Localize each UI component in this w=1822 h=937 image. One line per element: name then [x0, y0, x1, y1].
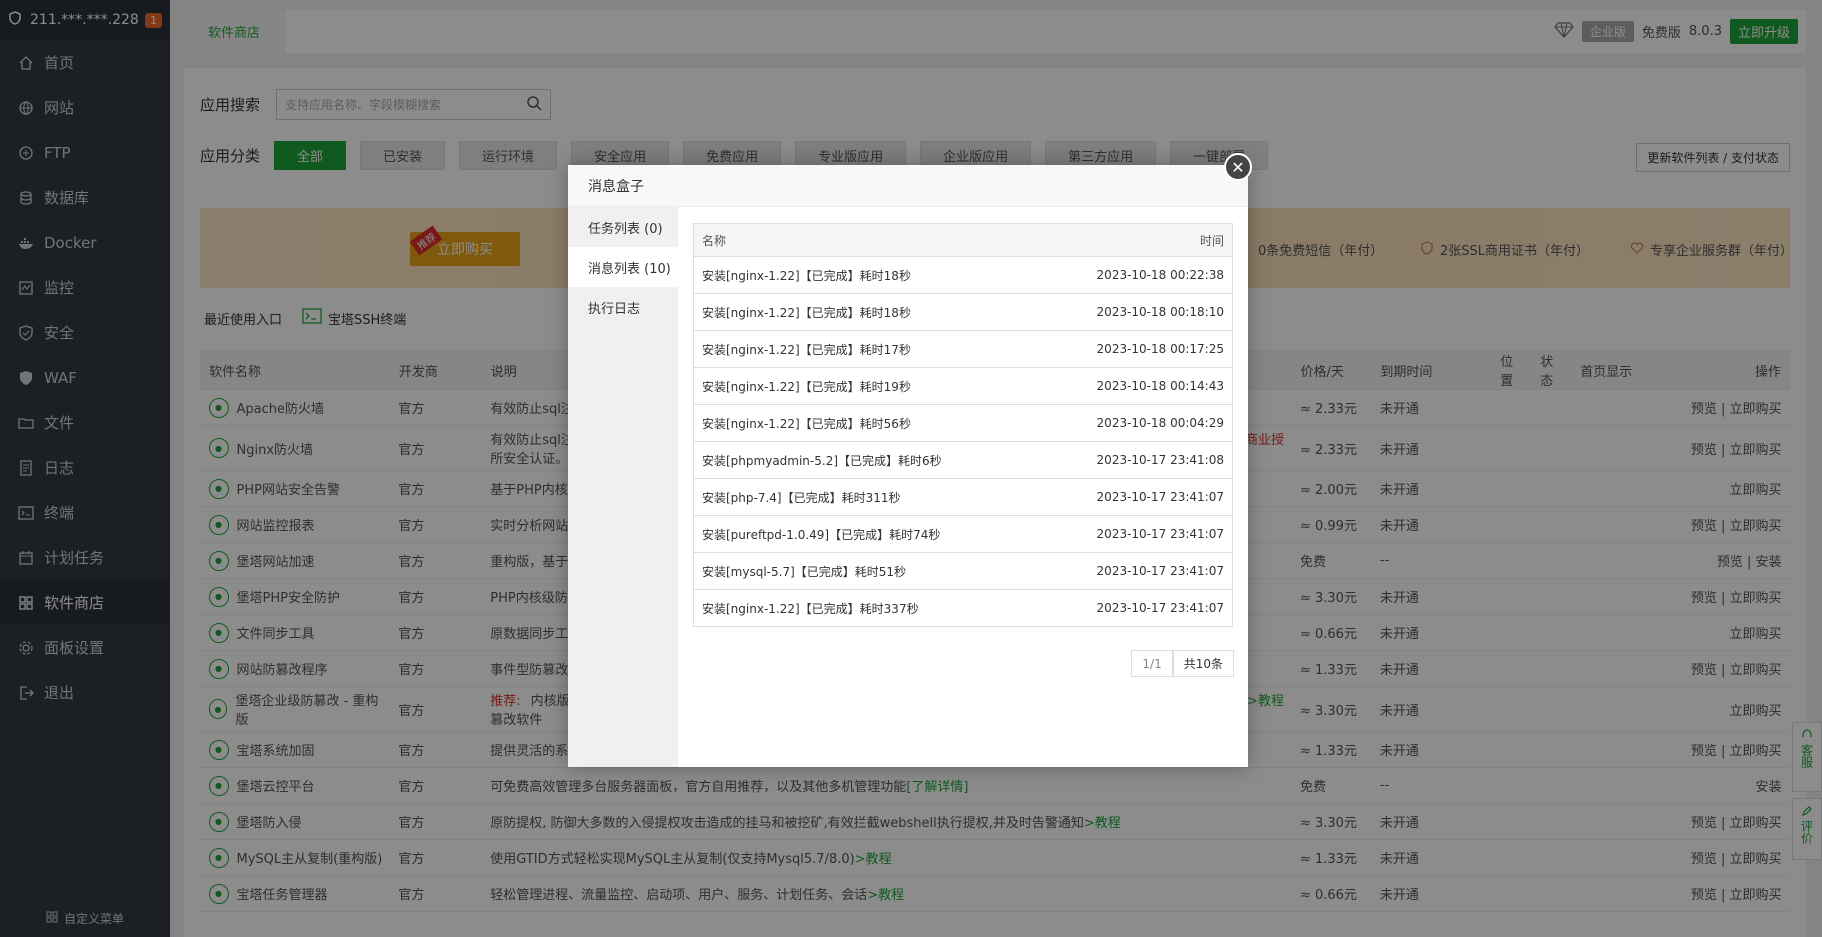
message-time: 2023-10-17 23:41:07	[1038, 589, 1233, 627]
message-time: 2023-10-18 00:18:10	[1038, 293, 1233, 331]
message-row: 安装[nginx-1.22]【已完成】耗时56秒 2023-10-18 00:04…	[693, 404, 1233, 442]
message-time: 2023-10-17 23:41:07	[1038, 552, 1233, 590]
close-icon[interactable]: ✕	[1224, 153, 1252, 181]
dialog-nav: 任务列表 (0) 消息列表 (10) 执行日志	[568, 207, 678, 767]
message-name: 安装[nginx-1.22]【已完成】耗时17秒	[693, 330, 1039, 368]
total-count: 共10条	[1172, 650, 1234, 677]
message-name: 安装[nginx-1.22]【已完成】耗时337秒	[693, 589, 1039, 627]
message-name: 安装[phpmyadmin-5.2]【已完成】耗时6秒	[693, 441, 1039, 479]
message-row: 安装[phpmyadmin-5.2]【已完成】耗时6秒 2023-10-17 23…	[693, 441, 1233, 479]
page-indicator[interactable]: 1/1	[1131, 650, 1173, 677]
message-row: 安装[php-7.4]【已完成】耗时311秒 2023-10-17 23:41:0…	[693, 478, 1233, 516]
message-table: 名称 时间 安装[nginx-1.22]【已完成】耗时18秒 2023-10-18…	[693, 223, 1233, 627]
message-row: 安装[nginx-1.22]【已完成】耗时19秒 2023-10-18 00:14…	[693, 367, 1233, 405]
message-time: 2023-10-17 23:41:08	[1038, 441, 1233, 479]
col-name: 名称	[693, 223, 1039, 257]
dialog-nav-item-1[interactable]: 消息列表 (10)	[568, 247, 678, 287]
dialog-nav-item-0[interactable]: 任务列表 (0)	[568, 207, 678, 247]
message-time: 2023-10-18 00:04:29	[1038, 404, 1233, 442]
message-row: 安装[nginx-1.22]【已完成】耗时18秒 2023-10-18 00:22…	[693, 256, 1233, 294]
message-name: 安装[nginx-1.22]【已完成】耗时18秒	[693, 256, 1039, 294]
message-time: 2023-10-17 23:41:07	[1038, 515, 1233, 553]
message-name: 安装[nginx-1.22]【已完成】耗时18秒	[693, 293, 1039, 331]
message-box-dialog: 消息盒子 ✕ 任务列表 (0) 消息列表 (10) 执行日志 名称 时间 安装[ng…	[568, 153, 1252, 767]
message-name: 安装[mysql-5.7]【已完成】耗时51秒	[693, 552, 1039, 590]
message-time: 2023-10-18 00:17:25	[1038, 330, 1233, 368]
dialog-title: 消息盒子	[568, 165, 1248, 207]
message-name: 安装[nginx-1.22]【已完成】耗时19秒	[693, 367, 1039, 405]
message-time: 2023-10-17 23:41:07	[1038, 478, 1233, 516]
message-row: 安装[nginx-1.22]【已完成】耗时18秒 2023-10-18 00:18…	[693, 293, 1233, 331]
message-name: 安装[nginx-1.22]【已完成】耗时56秒	[693, 404, 1039, 442]
message-time: 2023-10-18 00:22:38	[1038, 256, 1233, 294]
message-row: 安装[nginx-1.22]【已完成】耗时337秒 2023-10-17 23:4…	[693, 589, 1233, 627]
dialog-nav-item-2[interactable]: 执行日志	[568, 287, 678, 327]
message-row: 安装[mysql-5.7]【已完成】耗时51秒 2023-10-17 23:41:…	[693, 552, 1233, 590]
col-time: 时间	[1038, 223, 1233, 257]
message-time: 2023-10-18 00:14:43	[1038, 367, 1233, 405]
pagination: 1/1 共10条	[1131, 650, 1234, 677]
message-name: 安装[php-7.4]【已完成】耗时311秒	[693, 478, 1039, 516]
message-row: 安装[pureftpd-1.0.49]【已完成】耗时74秒 2023-10-17 …	[693, 515, 1233, 553]
message-row: 安装[nginx-1.22]【已完成】耗时17秒 2023-10-18 00:17…	[693, 330, 1233, 368]
message-name: 安装[pureftpd-1.0.49]【已完成】耗时74秒	[693, 515, 1039, 553]
